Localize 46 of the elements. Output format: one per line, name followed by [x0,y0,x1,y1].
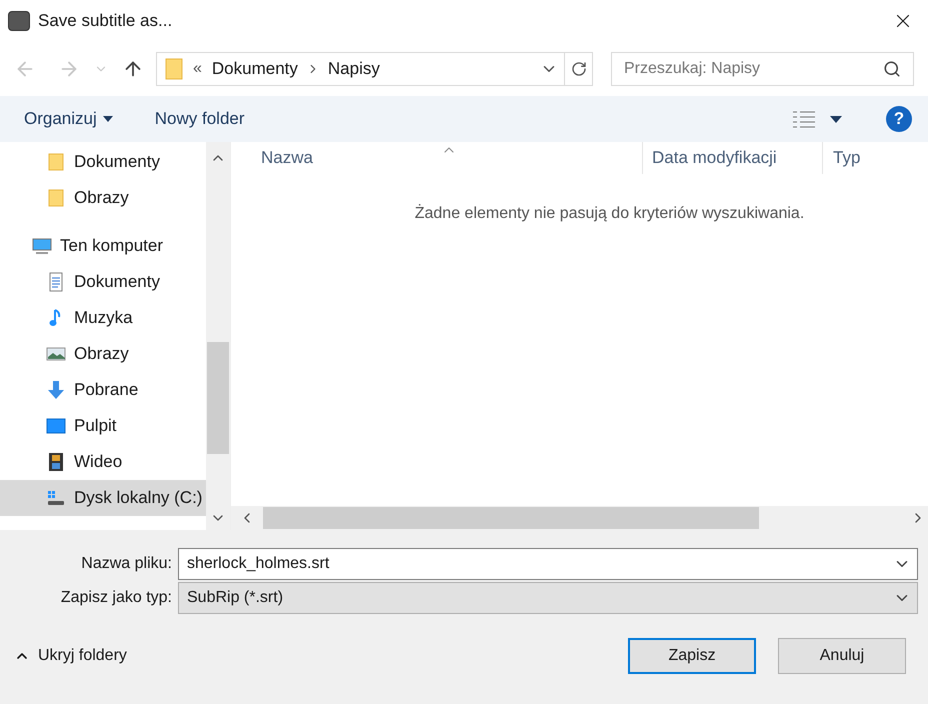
folder-icon [46,152,66,172]
caret-icon[interactable] [830,116,842,122]
view-options-icon[interactable] [792,110,816,128]
help-icon[interactable]: ? [886,106,912,132]
down-arrow-icon [46,380,66,400]
desktop-icon [46,416,66,436]
sidebar-item[interactable]: Dysk lokalny (C:) [0,480,206,516]
breadcrumb[interactable]: Napisy [328,56,380,82]
refresh-icon[interactable] [570,61,586,77]
column-header[interactable]: Data modyfikacji [643,142,823,174]
sidebar-item[interactable]: Dokumenty [0,264,206,300]
save-button[interactable]: Zapisz [628,638,756,674]
search-icon [883,60,901,78]
monitor-icon [32,236,52,256]
file-type-dropdown[interactable]: SubRip (*.srt) [178,582,918,614]
new-folder-button[interactable]: Nowy folder [154,106,245,132]
column-header[interactable]: Nazwa [231,142,643,174]
sidebar-item[interactable]: Muzyka [0,300,206,336]
sidebar-item[interactable]: Dokumenty [0,144,206,180]
film-icon [46,452,66,472]
sidebar-item[interactable]: Ten komputer [0,228,206,264]
sidebar-item[interactable]: Obrazy [0,180,206,216]
sidebar-item[interactable]: Pulpit [0,408,206,444]
empty-message: Żadne elementy nie pasują do kryteriów wyszukiwania. [414,203,806,224]
organize-button[interactable]: Organizuj [24,106,113,132]
folder-icon [165,58,183,80]
window-title: Save subtitle as... [38,10,172,32]
hide-folders-button[interactable]: Ukryj foldery [14,644,127,668]
app-logo-icon [8,11,30,31]
caret-icon [102,116,113,122]
address-bar[interactable]: « Dokumenty Napisy [156,52,593,86]
drive-icon [46,488,66,508]
scrollbar[interactable] [206,142,230,530]
filename-label: Nazwa pliku: [80,554,173,574]
column-header[interactable]: Typ [823,142,860,174]
overflow-chevron[interactable]: « [193,57,202,81]
sidebar-item[interactable]: Wideo [0,444,206,480]
sidebar-item[interactable]: Pobrane [0,372,206,408]
sidebar-item[interactable]: Obrazy [0,336,206,372]
breadcrumb[interactable]: Dokumenty [212,56,298,82]
folder-icon [46,188,66,208]
horizontal-scrollbar[interactable] [231,506,928,530]
cancel-button[interactable]: Anuluj [778,638,906,674]
search-field[interactable]: Przeszukaj: Napisy [611,52,914,86]
filename-field[interactable]: sherlock_holmes.srt [178,548,918,580]
file-type-label: Zapisz jako typ: [60,588,173,608]
